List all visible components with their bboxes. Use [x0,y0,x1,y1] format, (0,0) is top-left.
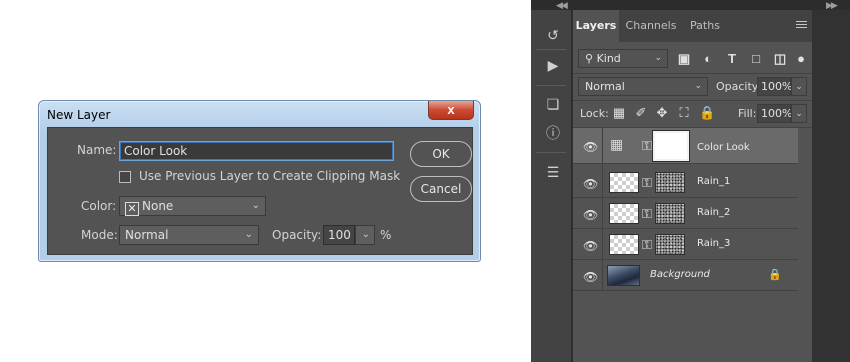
tool-icon-strip [531,0,572,362]
tab-channels[interactable]: Channels [620,10,682,42]
fill-field[interactable]: 100% [757,104,792,123]
layer-row-rain-2[interactable]: 👁 ⚿ Rain_2 [573,198,798,229]
filter-toggle-icon[interactable]: ● [796,51,806,67]
dialog-body: Name: Color Look Use Previous Layer to C… [47,127,473,255]
opacity-unit: % [380,228,392,242]
strip-divider [536,49,566,50]
visibility-column-divider [602,128,603,291]
chevron-down-icon: ⌄ [251,200,260,211]
mode-label: Mode: [81,228,118,242]
layer-name[interactable]: Color Look [697,142,750,153]
new-layer-dialog: New Layer x Name: Color Look Use Previou… [38,100,481,262]
filter-type-icon[interactable]: T [724,51,740,67]
layer-mask-thumbnail[interactable] [655,234,685,255]
layer-name-input[interactable]: Color Look [119,141,394,161]
search-icon: ⚲ [585,52,594,65]
layer-mask-thumbnail[interactable] [653,131,689,161]
visibility-eye-icon[interactable]: 👁 [583,140,598,154]
visibility-eye-icon[interactable]: 👁 [583,270,598,284]
lock-artboard-icon[interactable]: ⛶ [676,105,692,121]
fill-label: Fill: [738,107,757,120]
history-icon[interactable]: ↺ [546,28,560,42]
link-chain-icon: ⚿ [642,175,652,190]
visibility-eye-icon[interactable]: 👁 [583,208,598,222]
filter-adjustment-icon[interactable]: ◐ [700,51,716,67]
layer-name[interactable]: Rain_3 [697,238,730,249]
filter-kind-value: Kind [596,52,621,65]
lock-icon: 🔒 [768,269,782,281]
chevron-down-icon: ⌄ [361,229,370,240]
collapse-right-icon[interactable]: ▶▶ [826,0,838,11]
lock-all-icon[interactable]: 🔒 [699,105,715,121]
layer-row-rain-1[interactable]: 👁 ⚿ Rain_1 [573,167,798,198]
opacity-input[interactable]: 100 [323,225,355,245]
layer-thumbnail[interactable] [609,203,639,224]
lock-label: Lock: [580,107,609,120]
chevron-down-icon: ⌄ [694,81,702,91]
opacity-dropdown-icon[interactable]: ⌄ [791,77,807,96]
properties-icon[interactable]: ☰ [546,165,560,179]
link-chain-icon: ⚿ [642,237,652,252]
tab-layers[interactable]: Layers [573,10,619,42]
mode-select[interactable]: Normal ⌄ [119,225,259,245]
opacity-label: Opacity: [716,80,762,93]
strip-divider [536,85,566,86]
tab-paths[interactable]: Paths [683,10,727,42]
filter-kind-select[interactable]: ⚲ Kind ⌄ [578,49,668,68]
cancel-button[interactable]: Cancel [410,176,472,202]
panel-tabs: Layers Channels Paths [573,10,812,42]
dock-header [531,0,850,10]
blend-mode-select[interactable]: Normal ⌄ [578,77,708,96]
link-chain-icon: ⚿ [642,206,652,221]
layer-row-background[interactable]: 👁 Background 🔒 [573,260,798,291]
layer-name[interactable]: Background [650,269,710,280]
clipping-mask-checkbox[interactable] [119,171,131,183]
visibility-eye-icon[interactable]: 👁 [583,177,598,191]
layer-thumbnail[interactable] [609,234,639,255]
name-label: Name: [77,143,117,157]
play-actions-icon[interactable]: ▶ [546,58,560,72]
color-select-value: None [142,199,174,213]
opacity-label: Opacity: [272,228,322,242]
divider [573,73,812,74]
strip-divider [536,152,566,153]
clipping-mask-label: Use Previous Layer to Create Clipping Ma… [139,169,401,183]
background-thumbnail[interactable] [607,265,640,286]
3d-cube-icon[interactable]: ❏ [546,97,560,111]
blend-mode-value: Normal [585,80,625,93]
filter-shape-icon[interactable]: □ [748,51,764,67]
color-label: Color: [81,199,117,213]
dialog-title: New Layer [47,108,111,122]
no-color-swatch-icon: ✕ [125,202,139,216]
lock-transparent-icon[interactable]: ▦ [611,105,627,121]
filter-pixel-icon[interactable]: ▣ [676,51,692,67]
layer-row-color-look[interactable]: 👁 ▦ ⚿ Color Look [573,128,798,164]
opacity-field[interactable]: 100% [757,77,792,96]
chevron-down-icon: ⌄ [654,53,662,63]
link-chain-icon: ⚿ [642,138,652,153]
opacity-dropdown-button[interactable]: ⌄ [355,225,375,245]
info-icon[interactable]: ⓘ [546,126,560,140]
layer-name[interactable]: Rain_1 [697,176,730,187]
layer-name[interactable]: Rain_2 [697,207,730,218]
divider [573,100,812,101]
ok-button[interactable]: OK [410,141,472,167]
adjustment-layer-icon: ▦ [610,136,624,152]
layer-row-rain-3[interactable]: 👁 ⚿ Rain_3 [573,229,798,260]
visibility-eye-icon[interactable]: 👁 [583,239,598,253]
layer-mask-thumbnail[interactable] [655,172,685,193]
color-select[interactable]: ✕ None ⌄ [119,196,266,216]
close-icon[interactable]: x [428,101,474,120]
panel-menu-icon[interactable] [796,21,807,30]
mode-select-value: Normal [125,228,169,242]
chevron-down-icon: ⌄ [244,229,253,240]
lock-paint-brush-icon[interactable]: ✐ [633,105,649,121]
filter-smart-object-icon[interactable]: ◫ [772,51,788,67]
layer-thumbnail[interactable] [609,172,639,193]
fill-dropdown-icon[interactable]: ⌄ [791,104,807,123]
lock-position-icon[interactable]: ✥ [654,105,670,121]
collapse-left-icon[interactable]: ◀◀ [556,0,568,11]
layer-mask-thumbnail[interactable] [655,203,685,224]
